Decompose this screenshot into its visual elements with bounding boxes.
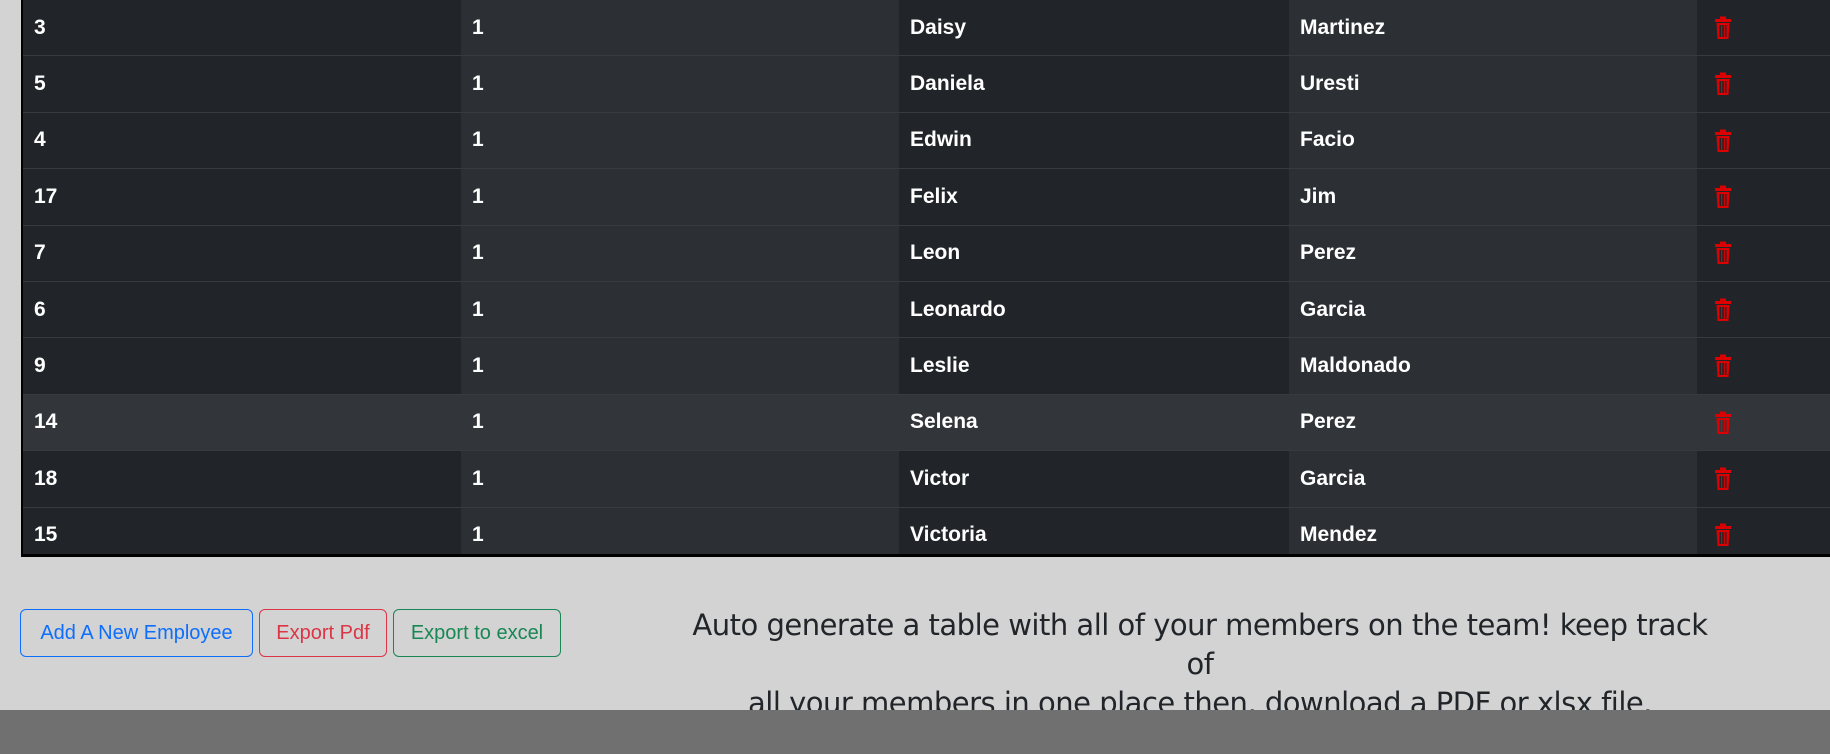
last-name: Jim [1289, 168, 1697, 226]
employee-id: 6 [23, 281, 461, 339]
trash-icon[interactable] [1714, 72, 1732, 96]
table-row: 6 1 Leonardo Garcia [23, 281, 1830, 339]
team-id: 1 [461, 0, 899, 57]
first-name: Daisy [899, 0, 1289, 57]
delete-cell [1697, 0, 1830, 57]
last-name: Uresti [1289, 55, 1697, 113]
add-employee-button[interactable]: Add A New Employee [20, 609, 253, 657]
first-name: Leslie [899, 337, 1289, 395]
first-name: Victoria [899, 507, 1289, 554]
trash-icon[interactable] [1714, 467, 1732, 491]
table-row: 7 1 Leon Perez [23, 225, 1830, 282]
table-row: 17 1 Felix Jim [23, 168, 1830, 226]
first-name: Victor [899, 450, 1289, 508]
team-id: 1 [461, 225, 899, 282]
team-id: 1 [461, 337, 899, 395]
employee-id: 17 [23, 168, 461, 226]
first-name: Edwin [899, 112, 1289, 170]
employee-id: 7 [23, 225, 461, 282]
employee-id: 15 [23, 507, 461, 554]
footer-bar [0, 710, 1830, 754]
trash-icon[interactable] [1714, 411, 1732, 435]
first-name: Felix [899, 168, 1289, 226]
delete-cell [1697, 281, 1830, 339]
first-name: Leon [899, 225, 1289, 282]
first-name: Daniela [899, 55, 1289, 113]
trash-icon[interactable] [1714, 241, 1732, 265]
table-row: 4 1 Edwin Facio [23, 112, 1830, 170]
team-id: 1 [461, 507, 899, 554]
delete-cell [1697, 168, 1830, 226]
export-excel-button[interactable]: Export to excel [393, 609, 561, 657]
action-buttons: Add A New Employee Export Pdf Export to … [20, 609, 561, 657]
last-name: Mendez [1289, 507, 1697, 554]
employee-id: 5 [23, 55, 461, 113]
last-name: Perez [1289, 225, 1697, 282]
last-name: Perez [1289, 394, 1697, 452]
team-id: 1 [461, 55, 899, 113]
delete-cell [1697, 337, 1830, 395]
employee-id: 4 [23, 112, 461, 170]
last-name: Maldonado [1289, 337, 1697, 395]
employee-table: 3 1 Daisy Martinez 5 1 Daniela Uresti 4 … [21, 0, 1830, 557]
first-name: Leonardo [899, 281, 1289, 339]
trash-icon[interactable] [1714, 523, 1732, 547]
trash-icon[interactable] [1714, 16, 1732, 40]
description-text: Auto generate a table with all of your m… [690, 606, 1710, 723]
delete-cell [1697, 394, 1830, 452]
table-row: 18 1 Victor Garcia [23, 450, 1830, 508]
team-id: 1 [461, 281, 899, 339]
delete-cell [1697, 507, 1830, 554]
first-name: Selena [899, 394, 1289, 452]
team-id: 1 [461, 450, 899, 508]
employee-id: 3 [23, 0, 461, 57]
last-name: Garcia [1289, 281, 1697, 339]
team-id: 1 [461, 394, 899, 452]
table-row: 5 1 Daniela Uresti [23, 55, 1830, 113]
delete-cell [1697, 225, 1830, 282]
employee-id: 14 [23, 394, 461, 452]
table-row: 9 1 Leslie Maldonado [23, 337, 1830, 395]
last-name: Garcia [1289, 450, 1697, 508]
table-row: 15 1 Victoria Mendez [23, 507, 1830, 554]
delete-cell [1697, 450, 1830, 508]
table-row: 3 1 Daisy Martinez [23, 0, 1830, 57]
export-pdf-button[interactable]: Export Pdf [259, 609, 387, 657]
last-name: Martinez [1289, 0, 1697, 57]
trash-icon[interactable] [1714, 185, 1732, 209]
trash-icon[interactable] [1714, 354, 1732, 378]
description-line-1: Auto generate a table with all of your m… [692, 608, 1708, 681]
delete-cell [1697, 55, 1830, 113]
delete-cell [1697, 112, 1830, 170]
trash-icon[interactable] [1714, 129, 1732, 153]
team-id: 1 [461, 112, 899, 170]
employee-id: 9 [23, 337, 461, 395]
last-name: Facio [1289, 112, 1697, 170]
employee-id: 18 [23, 450, 461, 508]
team-id: 1 [461, 168, 899, 226]
trash-icon[interactable] [1714, 298, 1732, 322]
table-row: 14 1 Selena Perez [23, 394, 1830, 452]
